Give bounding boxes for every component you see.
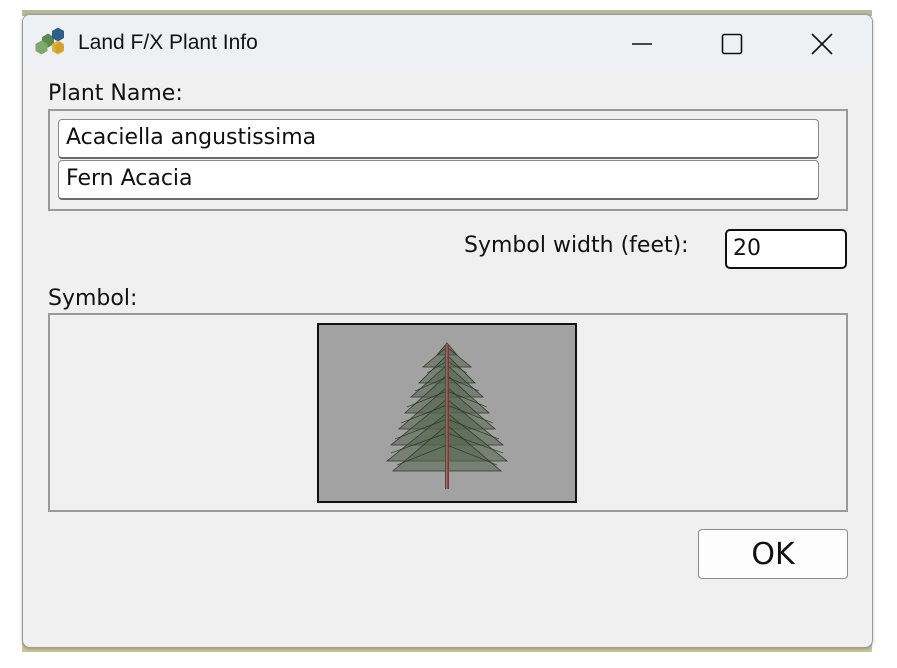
maximize-button[interactable] (687, 15, 777, 73)
minimize-icon (632, 43, 652, 45)
symbol-preview (317, 323, 577, 503)
title-bar[interactable]: Land F/X Plant Info (23, 15, 872, 73)
close-icon (811, 33, 833, 55)
botanical-name-field[interactable]: Acaciella angustissima (58, 119, 819, 159)
plant-name-label: Plant Name: (48, 81, 183, 106)
ok-button[interactable]: OK (698, 529, 848, 579)
symbol-label: Symbol: (48, 286, 138, 311)
evergreen-tree-icon (385, 342, 509, 489)
minimize-button[interactable] (597, 15, 687, 73)
close-button[interactable] (777, 15, 867, 73)
plant-info-dialog: Land F/X Plant Info Plant Name: Acaciell… (22, 14, 873, 648)
common-name-field[interactable]: Fern Acacia (58, 160, 819, 200)
symbol-width-label: Symbol width (feet): (464, 233, 689, 258)
window-title: Land F/X Plant Info (78, 31, 258, 54)
land-fx-hexagon-logo-icon (35, 27, 64, 55)
symbol-width-input[interactable]: 20 (725, 229, 847, 269)
maximize-icon (721, 33, 743, 55)
